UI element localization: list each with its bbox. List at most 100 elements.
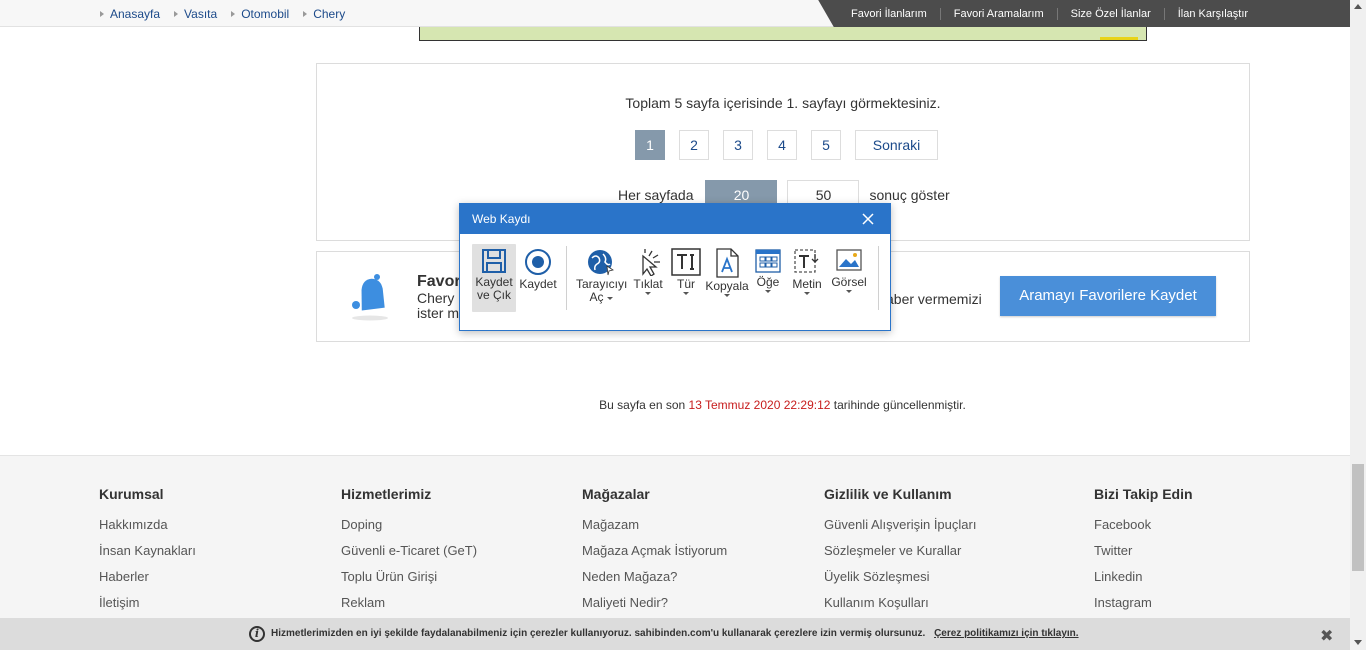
cookie-banner: i Hizmetlerimizden en iyi şekilde faydal…: [0, 618, 1350, 650]
favorite-listings-link[interactable]: Favori İlanlarım: [838, 8, 940, 20]
scrollbar-thumb[interactable]: [1352, 464, 1364, 571]
record-button[interactable]: Kaydet: [516, 244, 560, 312]
page-button-5[interactable]: 5: [811, 130, 841, 160]
recorder-toolbar: Kaydet ve Çık Kaydet Tarayıcıyı Aç Tıkla…: [460, 242, 890, 322]
per-page-label: Her sayfada: [618, 187, 694, 203]
save-and-exit-button[interactable]: Kaydet ve Çık: [472, 244, 516, 312]
breadcrumb-home[interactable]: Anasayfa: [100, 7, 160, 21]
image-icon: [836, 249, 862, 271]
footer-column-corporate: Kurumsal Hakkımızda İnsan Kaynakları Hab…: [99, 486, 196, 616]
page-button-1[interactable]: 1: [635, 130, 665, 160]
triangle-right-icon: [174, 11, 179, 17]
favorite-description-tail: aber vermemizi: [886, 291, 982, 307]
footer-link[interactable]: Sözleşmeler ve Kurallar: [824, 538, 976, 564]
footer-link[interactable]: Mağazam: [582, 512, 727, 538]
scrollbar[interactable]: [1350, 0, 1366, 650]
bell-icon: [352, 274, 388, 321]
footer-link[interactable]: İnsan Kaynakları: [99, 538, 196, 564]
footer-link[interactable]: Instagram: [1094, 590, 1193, 616]
updated-prefix: Bu sayfa en son: [599, 398, 686, 412]
footer-heading: Gizlilik ve Kullanım: [824, 486, 952, 502]
tool-label: Aç: [576, 291, 626, 304]
image-button[interactable]: Görsel: [829, 244, 869, 312]
chevron-down-icon: [683, 292, 689, 295]
footer-column-social: Bizi Takip Edin Facebook Twitter Linkedi…: [1094, 486, 1193, 616]
footer-link[interactable]: Doping: [341, 512, 477, 538]
footer-link[interactable]: Neden Mağaza?: [582, 564, 727, 590]
footer-link[interactable]: Kullanım Koşulları: [824, 590, 976, 616]
triangle-right-icon: [303, 11, 308, 17]
personalized-listings-link[interactable]: Size Özel İlanlar: [1056, 7, 1164, 20]
page-list: 1 2 3 4 5 Sonraki: [635, 130, 952, 160]
triangle-right-icon: [231, 11, 236, 17]
favorite-searches-link[interactable]: Favori Aramalarım: [939, 7, 1057, 20]
chevron-down-icon: [724, 294, 730, 297]
footer-heading: Bizi Takip Edin: [1094, 486, 1193, 502]
ad-banner-edge: [419, 27, 1147, 41]
copy-button[interactable]: Kopyala: [705, 244, 749, 312]
breadcrumb-label: Otomobil: [241, 7, 290, 21]
element-button[interactable]: Öğe: [748, 244, 788, 312]
updated-date: 13 Temmuz 2020 22:29:12: [688, 398, 831, 412]
footer-link[interactable]: Facebook: [1094, 512, 1193, 538]
footer-link[interactable]: Güvenli Alışverişin İpuçları: [824, 512, 976, 538]
info-icon: i: [249, 626, 265, 642]
tool-label: Görsel: [831, 275, 867, 289]
floppy-disk-icon: [482, 249, 506, 273]
footer-link[interactable]: Toplu Ürün Girişi: [341, 564, 477, 590]
dialog-title: Web Kaydı: [472, 212, 531, 226]
page-button-4[interactable]: 4: [767, 130, 797, 160]
scroll-down-icon[interactable]: [1354, 640, 1362, 645]
breadcrumb-vehicle[interactable]: Vasıta: [174, 7, 217, 21]
favorite-title: Favor: [417, 273, 461, 290]
footer-link[interactable]: Twitter: [1094, 538, 1193, 564]
tool-label: Kopyala: [705, 279, 749, 293]
footer-link[interactable]: Linkedin: [1094, 564, 1193, 590]
tool-label: Kaydet: [519, 277, 557, 291]
open-browser-button[interactable]: Tarayıcıyı Aç: [576, 244, 627, 312]
per-page-suffix: sonuç göster: [869, 187, 950, 203]
last-updated: Bu sayfa en son 13 Temmuz 2020 22:29:12 …: [0, 398, 1366, 412]
footer-link[interactable]: Mağaza Açmak İstiyorum: [582, 538, 727, 564]
footer-heading: Hizmetlerimiz: [341, 486, 432, 502]
breadcrumb-brand[interactable]: Chery: [303, 7, 345, 21]
breadcrumb-label: Vasıta: [184, 7, 218, 21]
chevron-down-icon: [804, 292, 810, 295]
page-button-3[interactable]: 3: [723, 130, 753, 160]
tool-label: Tür: [677, 277, 695, 291]
close-icon[interactable]: [860, 211, 876, 227]
chevron-down-icon: [606, 296, 613, 300]
footer-link[interactable]: Güvenli e-Ticaret (GeT): [341, 538, 477, 564]
top-links: Favori İlanlarım Favori Aramalarım Size …: [838, 0, 1350, 27]
tool-label: ve Çık: [476, 288, 511, 302]
type-button[interactable]: Tür: [664, 244, 708, 312]
compare-listings-link[interactable]: İlan Karşılaştır: [1163, 7, 1261, 20]
page-button-2[interactable]: 2: [679, 130, 709, 160]
next-page-button[interactable]: Sonraki: [855, 130, 938, 160]
footer-column-stores: Mağazalar Mağazam Mağaza Açmak İstiyorum…: [582, 486, 727, 616]
footer-link[interactable]: İletişim: [99, 590, 196, 616]
text-extract-icon: [794, 249, 819, 273]
footer-link[interactable]: Haberler: [99, 564, 196, 590]
dialog-titlebar: Web Kaydı: [460, 204, 890, 234]
breadcrumb-car[interactable]: Otomobil: [231, 7, 289, 21]
web-recorder-dialog: Web Kaydı Kaydet ve Çık Kaydet Tarayıcıy…: [459, 203, 891, 331]
click-pointer-icon: [642, 249, 660, 276]
footer-link[interactable]: Üyelik Sözleşmesi: [824, 564, 976, 590]
breadcrumb-label: Chery: [313, 7, 346, 21]
text-button[interactable]: Metin: [787, 244, 827, 312]
cookie-policy-link[interactable]: Çerez politikamızı için tıklayın.: [934, 628, 1079, 639]
tool-label-line: Aç: [589, 290, 604, 304]
footer-link[interactable]: Maliyeti Nedir?: [582, 590, 727, 616]
close-icon[interactable]: ✖: [1320, 626, 1333, 646]
scroll-up-icon[interactable]: [1354, 4, 1362, 9]
footer-link[interactable]: Hakkımızda: [99, 512, 196, 538]
footer-heading: Mağazalar: [582, 486, 650, 502]
cookie-text: Hizmetlerimizden en iyi şekilde faydalan…: [271, 628, 926, 639]
chevron-down-icon: [765, 290, 771, 293]
document-icon: [716, 248, 739, 278]
save-search-button[interactable]: Aramayı Favorilere Kaydet: [1000, 276, 1216, 316]
footer-link[interactable]: Reklam: [341, 590, 477, 616]
pagination-info: Toplam 5 sayfa içerisinde 1. sayfayı gör…: [625, 95, 941, 111]
text-field-icon: [671, 248, 701, 276]
